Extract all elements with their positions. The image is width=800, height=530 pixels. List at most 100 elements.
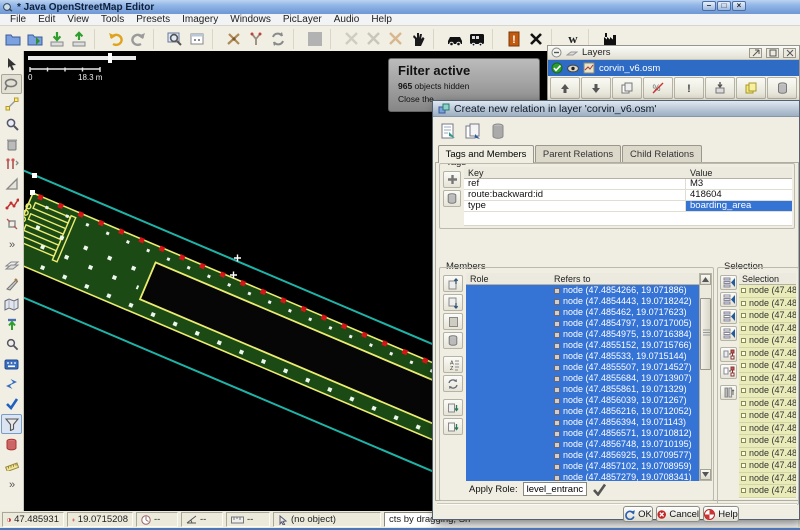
- member-row[interactable]: node (47.4855507, 19.0714527): [466, 362, 699, 373]
- toggle-dialogs-icon[interactable]: [186, 28, 208, 50]
- purge-icon[interactable]: [1, 434, 22, 454]
- member-row[interactable]: node (47.4856039, 19.071267): [466, 395, 699, 406]
- more-tools-icon[interactable]: »: [1, 474, 22, 494]
- layer-merge-icon[interactable]: [705, 77, 735, 99]
- member-move-down-icon[interactable]: [443, 294, 463, 311]
- menu-item[interactable]: Windows: [224, 14, 277, 25]
- panel-close-icon[interactable]: [783, 48, 796, 58]
- selection-row[interactable]: node (47.4854975, 19.0716384): [739, 335, 796, 348]
- search-icon[interactable]: [1, 334, 22, 354]
- member-row[interactable]: node (47.4857102, 19.0708959): [466, 461, 699, 472]
- parallel-tool-icon[interactable]: [1, 154, 22, 174]
- selection-row[interactable]: node (47.4855507, 19.0714527): [739, 373, 796, 386]
- measure-ruler-icon[interactable]: [1, 454, 22, 474]
- help-button[interactable]: Help: [703, 506, 739, 522]
- preset-fork-icon[interactable]: [245, 28, 267, 50]
- selection-row[interactable]: node (47.4856394, 19.071143): [739, 435, 796, 448]
- layer-move-down-icon[interactable]: [581, 77, 611, 99]
- member-edit-icon[interactable]: [443, 313, 463, 330]
- add-selection-above-icon[interactable]: [720, 292, 737, 307]
- member-row[interactable]: node (47.4855861, 19.071329): [466, 384, 699, 395]
- more-tools-icon[interactable]: »: [1, 234, 22, 254]
- dialog-delete-icon[interactable]: [487, 120, 509, 142]
- tab-child-relations[interactable]: Child Relations: [622, 145, 702, 162]
- keyboard-shortcuts-icon[interactable]: [1, 354, 22, 374]
- tag-row[interactable]: refM3: [464, 179, 792, 190]
- member-sort-icon[interactable]: AZ: [443, 356, 463, 373]
- upload-selection-icon[interactable]: [1, 314, 22, 334]
- maximize-button[interactable]: □: [717, 1, 731, 11]
- member-move-up-icon[interactable]: [443, 275, 463, 292]
- ok-button[interactable]: OK: [623, 506, 653, 522]
- preferences-icon[interactable]: [164, 28, 186, 50]
- improve-way-tool-icon[interactable]: [1, 194, 22, 214]
- close-button[interactable]: ×: [732, 1, 746, 11]
- selection-row[interactable]: node (47.4856571, 19.0710812): [739, 448, 796, 461]
- menu-item[interactable]: View: [61, 14, 95, 25]
- member-row[interactable]: node (47.485462, 19.0717623): [466, 307, 699, 318]
- selection-row[interactable]: node (47.4854797, 19.0717005): [739, 323, 796, 336]
- open-file-icon[interactable]: [24, 28, 46, 50]
- zoom-tool-icon[interactable]: [1, 114, 22, 134]
- layer-row[interactable]: corvin_v6.osm: [548, 60, 799, 76]
- redo-icon[interactable]: [127, 28, 149, 50]
- minimize-button[interactable]: –: [702, 1, 716, 11]
- warning-icon[interactable]: !: [503, 28, 525, 50]
- menu-item[interactable]: Audio: [328, 14, 366, 25]
- cancel-button[interactable]: Cancel: [656, 506, 700, 522]
- apply-role-input[interactable]: [523, 482, 587, 496]
- add-all-primitives-icon[interactable]: [720, 347, 737, 362]
- placeholder-icon[interactable]: [304, 28, 326, 50]
- selection-row[interactable]: node (47.4856216, 19.0712052): [739, 423, 796, 436]
- layer-opacity-icon[interactable]: %: [643, 77, 673, 99]
- extrude-tool-icon[interactable]: [1, 174, 22, 194]
- member-row[interactable]: node (47.4855152, 19.0715766): [466, 340, 699, 351]
- member-row[interactable]: node (47.4856748, 19.0710195): [466, 439, 699, 450]
- delete-tool-icon[interactable]: [1, 134, 22, 154]
- menu-item[interactable]: Tools: [95, 14, 130, 25]
- layer-new-icon[interactable]: [736, 77, 766, 99]
- lasso-tool-icon[interactable]: [1, 74, 22, 94]
- member-row[interactable]: node (47.4856394, 19.071143): [466, 417, 699, 428]
- layer-sheets-icon[interactable]: [1, 254, 22, 274]
- member-row[interactable]: node (47.4856571, 19.0710812): [466, 428, 699, 439]
- download-members-icon[interactable]: [443, 399, 463, 416]
- selection-row[interactable]: node (47.4855684, 19.0713907): [739, 385, 796, 398]
- panel-collapse-icon[interactable]: [766, 48, 779, 58]
- add-tag-icon[interactable]: [443, 171, 461, 188]
- layer-visibility-eye-icon[interactable]: [567, 64, 579, 73]
- copy-tags-icon[interactable]: [462, 120, 484, 142]
- selection-row[interactable]: node (47.4855152, 19.0715766): [739, 348, 796, 361]
- member-row[interactable]: node (47.4854266, 19.071886): [466, 285, 699, 296]
- member-row[interactable]: node (47.4854975, 19.0716384): [466, 329, 699, 340]
- layer-active-check-icon[interactable]: [551, 62, 563, 74]
- preset-junction-icon[interactable]: [223, 28, 245, 50]
- member-row[interactable]: node (47.4855684, 19.0713907): [466, 373, 699, 384]
- menu-item[interactable]: Imagery: [176, 14, 224, 25]
- disabled-tool-icon[interactable]: [385, 28, 407, 50]
- scroll-up-icon[interactable]: [700, 274, 711, 285]
- member-row[interactable]: node (47.4854443, 19.0718242): [466, 296, 699, 307]
- menu-item[interactable]: Presets: [130, 14, 176, 25]
- selection-row[interactable]: node (47.4856748, 19.0710195): [739, 460, 796, 473]
- selection-row[interactable]: node (47.4857102, 19.0708959): [739, 485, 796, 498]
- car-icon[interactable]: [444, 28, 466, 50]
- member-row[interactable]: node (47.4856216, 19.0712052): [466, 406, 699, 417]
- conflict-arrows-icon[interactable]: [1, 374, 22, 394]
- scroll-down-icon[interactable]: [700, 469, 711, 480]
- apply-role-confirm-icon[interactable]: [592, 483, 607, 496]
- validate-check-icon[interactable]: [1, 394, 22, 414]
- add-selection-at-end-icon[interactable]: [720, 326, 737, 341]
- member-row[interactable]: node (47.4857279, 19.0708341): [466, 472, 699, 481]
- layer-duplicate-icon[interactable]: [612, 77, 642, 99]
- dialog-titlebar[interactable]: Create new relation in layer 'corvin_v6.…: [433, 101, 799, 117]
- add-all-primitives-after-icon[interactable]: [720, 364, 737, 379]
- imagery-map-icon[interactable]: [1, 294, 22, 314]
- selection-row[interactable]: node (47.4856039, 19.071267): [739, 410, 796, 423]
- menu-item[interactable]: Help: [365, 14, 398, 25]
- layer-move-up-icon[interactable]: [550, 77, 580, 99]
- hand-tool-icon[interactable]: [407, 28, 429, 50]
- selection-row[interactable]: node (47.4854266, 19.071886): [739, 285, 796, 298]
- selection-row[interactable]: node (47.4854443, 19.0718242): [739, 298, 796, 311]
- new-layer-icon[interactable]: [2, 28, 24, 50]
